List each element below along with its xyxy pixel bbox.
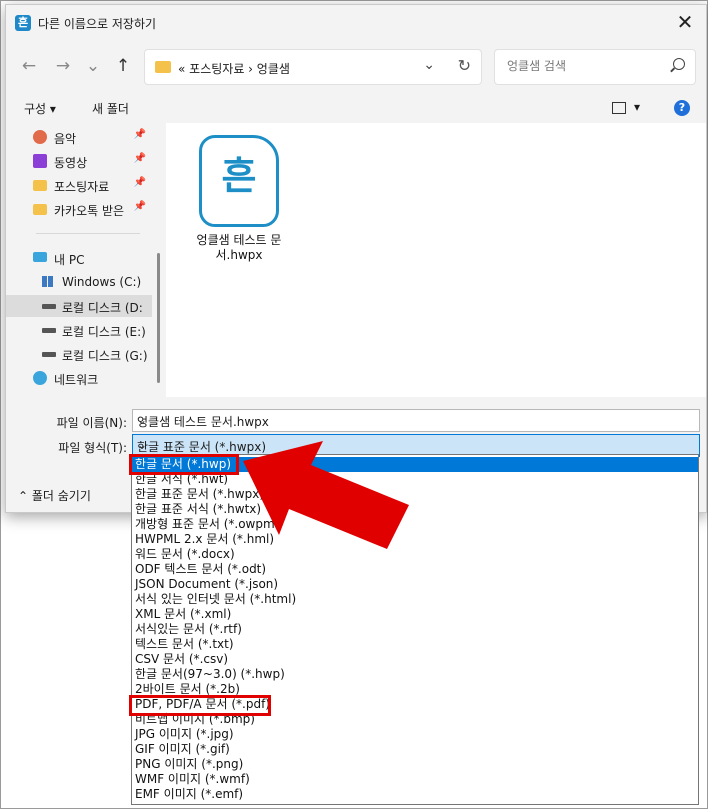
search-icon[interactable]: [673, 58, 685, 70]
filetype-dropdown-list[interactable]: 한글 문서 (*.hwp) 한글 서식 (*.hwt) 한글 표준 문서 (*.hw…: [131, 454, 699, 805]
hide-folders-button[interactable]: ⌃ 폴더 숨기기: [18, 487, 91, 504]
file-item[interactable]: 흔 엉클샘 테스트 문서.hwpx: [184, 135, 294, 263]
pc-icon: [33, 252, 47, 262]
music-icon: [33, 130, 47, 144]
nav-item-label: 로컬 디스크 (E:): [62, 325, 146, 339]
help-icon[interactable]: ?: [674, 100, 690, 116]
filetype-option[interactable]: 개방형 표준 문서 (*.owpml): [132, 517, 698, 532]
screenshot-frame: 엉클샘 테스트 문서 엉클샘 테스트 문서 엉클샘 테스트 문서 흔 다른 이름…: [0, 0, 708, 809]
chevron-down-icon[interactable]: ⌄: [137, 438, 695, 452]
nav-item-label: 네트워크: [54, 373, 99, 387]
nav-item-label: 카카오톡 받은: [54, 204, 125, 218]
breadcrumb[interactable]: « 포스팅자료 › 엉클샘: [178, 60, 290, 77]
nav-item-label: 로컬 디스크 (G:): [62, 349, 148, 363]
new-folder-button[interactable]: 새 폴더: [92, 100, 129, 117]
pin-icon: 📌: [133, 177, 146, 188]
filetype-option[interactable]: JSON Document (*.json): [132, 577, 698, 592]
highlight-box-hwp: [129, 454, 239, 475]
file-name: 엉클샘 테스트 문서.hwpx: [196, 233, 282, 262]
nav-scrollbar[interactable]: [157, 253, 160, 383]
nav-item-label: 음악: [54, 132, 77, 146]
nav-item-videos[interactable]: 동영상 📌: [6, 150, 152, 172]
organize-button[interactable]: 구성 ▾: [24, 100, 56, 117]
folder-icon: [155, 61, 171, 73]
nav-item-this-pc[interactable]: 내 PC: [6, 247, 152, 269]
filename-input[interactable]: 엉클샘 테스트 문서.hwpx ⌄: [132, 409, 700, 432]
view-dropdown-icon[interactable]: ▾: [634, 100, 640, 114]
address-dropdown-icon[interactable]: ⌄: [423, 57, 435, 73]
filetype-option[interactable]: HWPML 2.x 문서 (*.hml): [132, 532, 698, 547]
nav-item-posting[interactable]: 포스팅자료 📌: [6, 174, 152, 196]
search-input[interactable]: [505, 58, 669, 74]
nav-item-music[interactable]: 음악 📌: [6, 126, 152, 148]
title-bar: 흔 다른 이름으로 저장하기 ✕: [6, 5, 706, 41]
filetype-option[interactable]: 워드 문서 (*.docx): [132, 547, 698, 562]
highlight-box-pdf: [129, 695, 271, 716]
pin-icon: 📌: [133, 153, 146, 164]
nav-item-label: 로컬 디스크 (D:: [62, 301, 143, 315]
nav-item-drive-d[interactable]: 로컬 디스크 (D:: [6, 295, 152, 317]
hwpx-glyph: 흔: [221, 154, 257, 198]
filetype-option[interactable]: JPG 이미지 (*.jpg): [132, 727, 698, 742]
nav-item-kakaotalk[interactable]: 카카오톡 받은 📌: [6, 198, 152, 220]
folder-icon: [33, 180, 47, 191]
pin-icon: 📌: [133, 129, 146, 140]
navigation-pane: 음악 📌 동영상 📌 포스팅자료 📌 카카오톡 받은 📌 내 PC Window…: [6, 123, 152, 397]
nav-item-label: 포스팅자료: [54, 180, 110, 194]
filetype-option[interactable]: 한글 표준 서식 (*.hwtx): [132, 502, 698, 517]
back-button[interactable]: ←: [16, 54, 42, 80]
filetype-option[interactable]: ODF 텍스트 문서 (*.odt): [132, 562, 698, 577]
filename-label: 파일 이름(N):: [56, 416, 127, 430]
forward-button[interactable]: →: [50, 54, 76, 80]
filetype-option[interactable]: 텍스트 문서 (*.txt): [132, 637, 698, 652]
filetype-option[interactable]: PNG 이미지 (*.png): [132, 757, 698, 772]
drive-icon: [42, 304, 56, 309]
filetype-option[interactable]: 한글 문서(97~3.0) (*.hwp): [132, 667, 698, 682]
address-bar[interactable]: « 포스팅자료 › 엉클샘 ⌄ ↻: [144, 49, 482, 85]
filetype-option[interactable]: 서식 있는 인터넷 문서 (*.html): [132, 592, 698, 607]
refresh-icon[interactable]: ↻: [458, 56, 471, 75]
drive-icon: [42, 352, 56, 357]
nav-item-drive-g[interactable]: 로컬 디스크 (G:): [6, 343, 152, 365]
windows-icon: [42, 276, 53, 287]
recent-locations-button[interactable]: ⌄: [80, 54, 106, 80]
up-button[interactable]: ↑: [110, 54, 136, 80]
filetype-option[interactable]: CSV 문서 (*.csv): [132, 652, 698, 667]
close-button[interactable]: ✕: [672, 10, 698, 36]
nav-item-drive-c[interactable]: Windows (C:): [6, 271, 152, 293]
nav-item-network[interactable]: 네트워크: [6, 367, 152, 389]
filetype-label: 파일 형식(T):: [58, 441, 127, 455]
nav-item-label: 동영상: [54, 156, 88, 170]
nav-item-drive-e[interactable]: 로컬 디스크 (E:): [6, 319, 152, 341]
network-icon: [33, 371, 47, 385]
search-box[interactable]: [494, 49, 696, 85]
filetype-option[interactable]: 한글 표준 문서 (*.hwpx): [132, 487, 698, 502]
hwp-app-icon: 흔: [15, 15, 31, 31]
filetype-option[interactable]: EMF 이미지 (*.emf): [132, 787, 698, 802]
dialog-title: 다른 이름으로 저장하기: [38, 17, 157, 31]
filetype-option[interactable]: WMF 이미지 (*.wmf): [132, 772, 698, 787]
folder-icon: [33, 204, 47, 215]
save-as-dialog: 흔 다른 이름으로 저장하기 ✕ ← → ⌄ ↑ « 포스팅자료 › 엉클샘 ⌄…: [5, 4, 707, 513]
nav-item-label: Windows (C:): [62, 275, 142, 289]
command-bar: 구성 ▾ 새 폴더 ▾ ?: [6, 93, 706, 123]
file-list-pane: 흔 엉클샘 테스트 문서.hwpx: [166, 123, 706, 397]
nav-item-label: 내 PC: [54, 253, 85, 267]
filetype-option[interactable]: XML 문서 (*.xml): [132, 607, 698, 622]
drive-icon: [42, 328, 56, 333]
filetype-option[interactable]: 서식있는 문서 (*.rtf): [132, 622, 698, 637]
hwpx-file-icon: 흔: [199, 135, 279, 227]
pin-icon: 📌: [133, 201, 146, 212]
filetype-option[interactable]: GIF 이미지 (*.gif): [132, 742, 698, 757]
video-icon: [33, 154, 47, 168]
chevron-down-icon[interactable]: ⌄: [137, 413, 695, 427]
red-arrow-icon: [243, 441, 409, 549]
divider: [36, 233, 140, 234]
view-icon[interactable]: [612, 102, 626, 114]
